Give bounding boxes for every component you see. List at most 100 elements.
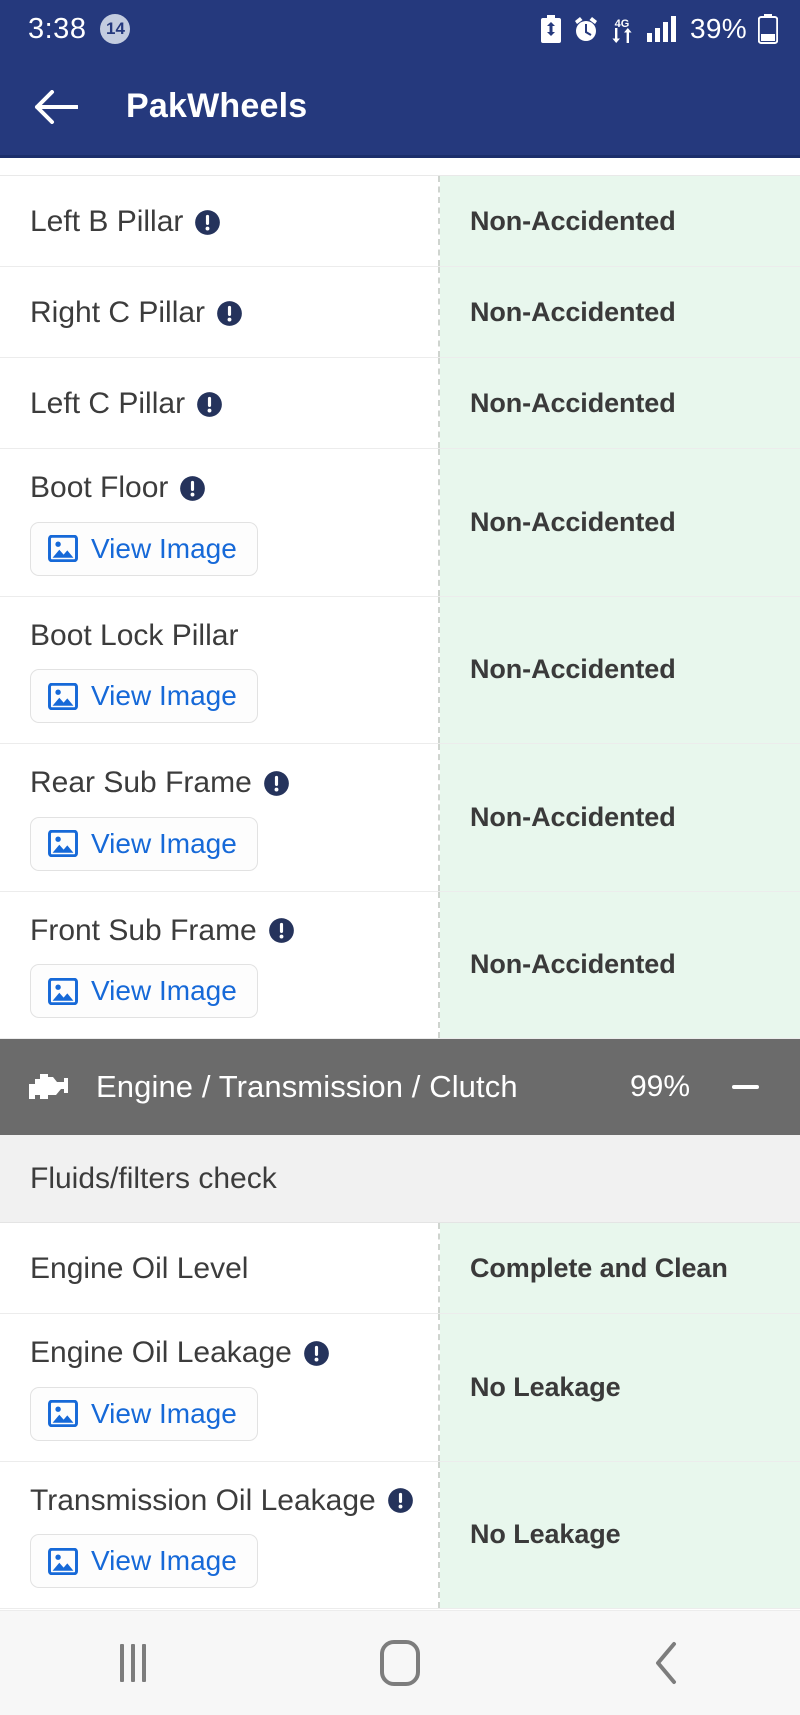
row-label-line: Boot Floor bbox=[30, 471, 422, 506]
image-icon bbox=[48, 1399, 78, 1428]
body-structure-rows: Left B Pillar Non-Accidented Right C Pilla… bbox=[0, 176, 800, 1039]
row-label-cell: Boot Floor View Image bbox=[0, 449, 440, 596]
info-icon[interactable] bbox=[263, 770, 290, 797]
row-label-cell: Transmission Oil Leakage View Image bbox=[0, 1461, 440, 1608]
table-row: Rear Sub Frame View Image Non-Accidented bbox=[0, 744, 800, 892]
row-status-cell: No Leakage bbox=[440, 1314, 800, 1461]
info-icon[interactable] bbox=[216, 300, 243, 327]
inspection-report-list[interactable]: Left B Pillar Non-Accidented Right C Pilla… bbox=[0, 158, 800, 1610]
row-label-line: Engine Oil Leakage bbox=[30, 1336, 422, 1371]
table-row: Front Sub Frame View Image Non-Accidented bbox=[0, 891, 800, 1039]
view-image-button[interactable]: View Image bbox=[30, 669, 258, 723]
status-badge: Non-Accidented bbox=[470, 801, 676, 832]
status-badge: Non-Accidented bbox=[470, 296, 676, 327]
engine-icon bbox=[26, 1070, 72, 1104]
phone-screen: 3:38 14 4G 39% PakWheels Left B Pillar N… bbox=[0, 0, 800, 1715]
status-badge: No Leakage bbox=[470, 1519, 621, 1550]
info-icon[interactable] bbox=[194, 209, 221, 236]
status-bar: 3:38 14 4G 39% bbox=[0, 0, 800, 58]
row-label-cell: Engine Oil Leakage View Image bbox=[0, 1314, 440, 1461]
view-image-button[interactable]: View Image bbox=[30, 964, 258, 1018]
view-image-label: View Image bbox=[91, 532, 237, 564]
status-bar-left: 3:38 14 bbox=[28, 12, 131, 46]
home-icon[interactable] bbox=[345, 1628, 455, 1698]
table-row: Right C Pillar Non-Accidented bbox=[0, 267, 800, 358]
info-icon[interactable] bbox=[387, 1487, 414, 1514]
status-badge: Non-Accidented bbox=[470, 654, 676, 685]
row-label-line: Right C Pillar bbox=[30, 296, 422, 331]
view-image-button[interactable]: View Image bbox=[30, 1534, 258, 1588]
image-icon bbox=[48, 1547, 78, 1575]
row-item-name: Boot Lock Pillar bbox=[30, 618, 239, 652]
partial-row-sliver bbox=[0, 158, 800, 176]
back-arrow-icon[interactable] bbox=[30, 85, 82, 129]
clock: 3:38 bbox=[28, 12, 87, 45]
table-row: Boot Floor View Image Non-Accidented bbox=[0, 449, 800, 597]
subsection-title: Fluids/filters check bbox=[30, 1161, 277, 1195]
status-badge: Complete and Clean bbox=[470, 1252, 728, 1283]
view-image-button[interactable]: View Image bbox=[30, 1386, 258, 1441]
status-badge: Non-Accidented bbox=[470, 949, 676, 980]
info-icon[interactable] bbox=[179, 475, 206, 502]
row-label-line: Left C Pillar bbox=[30, 387, 422, 422]
view-image-label: View Image bbox=[91, 975, 237, 1006]
row-item-name: Right C Pillar bbox=[30, 295, 206, 329]
status-badge: Non-Accidented bbox=[470, 387, 676, 418]
subsection-header-fluids-filters-check: Fluids/filters check bbox=[0, 1135, 800, 1223]
table-row: Left C Pillar Non-Accidented bbox=[0, 358, 800, 449]
view-image-label: View Image bbox=[91, 1545, 237, 1576]
row-item-name: Left C Pillar bbox=[30, 386, 186, 420]
row-label-cell: Engine Oil Level bbox=[0, 1223, 440, 1313]
table-row: Engine Oil Level Complete and Clean bbox=[0, 1223, 800, 1314]
recents-icon[interactable] bbox=[78, 1628, 188, 1698]
table-row: Transmission Oil Leakage View Image No Lea… bbox=[0, 1461, 800, 1609]
row-item-name: Transmission Oil Leakage bbox=[30, 1483, 376, 1517]
row-status-cell: Non-Accidented bbox=[440, 596, 800, 743]
row-status-cell: Non-Accidented bbox=[440, 449, 800, 596]
notification-count-badge: 14 bbox=[100, 14, 131, 44]
signal-bars-icon bbox=[647, 16, 677, 42]
section-title: Engine / Transmission / Clutch bbox=[96, 1069, 518, 1104]
table-row: Engine Oil Leakage View Image No Leakage bbox=[0, 1314, 800, 1462]
info-icon[interactable] bbox=[268, 917, 295, 944]
row-item-name: Front Sub Frame bbox=[30, 913, 257, 947]
page-title: PakWheels bbox=[126, 87, 308, 125]
alarm-icon bbox=[573, 16, 599, 43]
row-label-cell: Boot Lock Pillar View Image bbox=[0, 596, 440, 743]
row-label-line: Front Sub Frame bbox=[30, 914, 422, 949]
info-icon[interactable] bbox=[303, 1340, 330, 1367]
status-bar-right: 4G 39% bbox=[540, 13, 778, 45]
status-badge: No Leakage bbox=[470, 1371, 621, 1402]
row-label-cell: Left B Pillar bbox=[0, 176, 440, 266]
row-label-line: Engine Oil Level bbox=[30, 1252, 422, 1287]
view-image-label: View Image bbox=[91, 1397, 237, 1429]
app-bar: PakWheels bbox=[0, 58, 800, 158]
row-status-cell: Non-Accidented bbox=[440, 744, 800, 891]
data-transfer-4g-icon: 4G bbox=[610, 15, 636, 44]
row-item-name: Left B Pillar bbox=[30, 204, 184, 238]
status-badge: Non-Accidented bbox=[470, 205, 676, 236]
minus-icon[interactable] bbox=[718, 1060, 772, 1114]
row-label-line: Transmission Oil Leakage bbox=[30, 1484, 422, 1519]
section-percent: 99% bbox=[629, 1070, 690, 1103]
back-icon[interactable] bbox=[612, 1628, 722, 1698]
row-label-cell: Rear Sub Frame View Image bbox=[0, 744, 440, 891]
view-image-label: View Image bbox=[91, 680, 237, 711]
view-image-button[interactable]: View Image bbox=[30, 521, 258, 576]
battery-percent-label: 39% bbox=[690, 13, 747, 44]
row-label-line: Left B Pillar bbox=[30, 205, 422, 240]
info-icon[interactable] bbox=[196, 391, 223, 418]
section-header-engine-transmission-clutch[interactable]: Engine / Transmission / Clutch 99% bbox=[0, 1039, 800, 1135]
view-image-label: View Image bbox=[91, 827, 237, 859]
image-icon bbox=[48, 534, 78, 563]
row-item-name: Rear Sub Frame bbox=[30, 766, 252, 799]
row-status-cell: Non-Accidented bbox=[440, 358, 800, 448]
image-icon bbox=[48, 682, 78, 710]
battery-icon bbox=[758, 14, 778, 44]
row-label-line: Rear Sub Frame bbox=[30, 766, 422, 801]
row-label-cell: Left C Pillar bbox=[0, 358, 440, 448]
table-row: Boot Lock Pillar View Image Non-Accidented bbox=[0, 596, 800, 744]
battery-saver-icon bbox=[540, 15, 562, 43]
image-icon bbox=[48, 829, 78, 858]
view-image-button[interactable]: View Image bbox=[30, 816, 258, 871]
